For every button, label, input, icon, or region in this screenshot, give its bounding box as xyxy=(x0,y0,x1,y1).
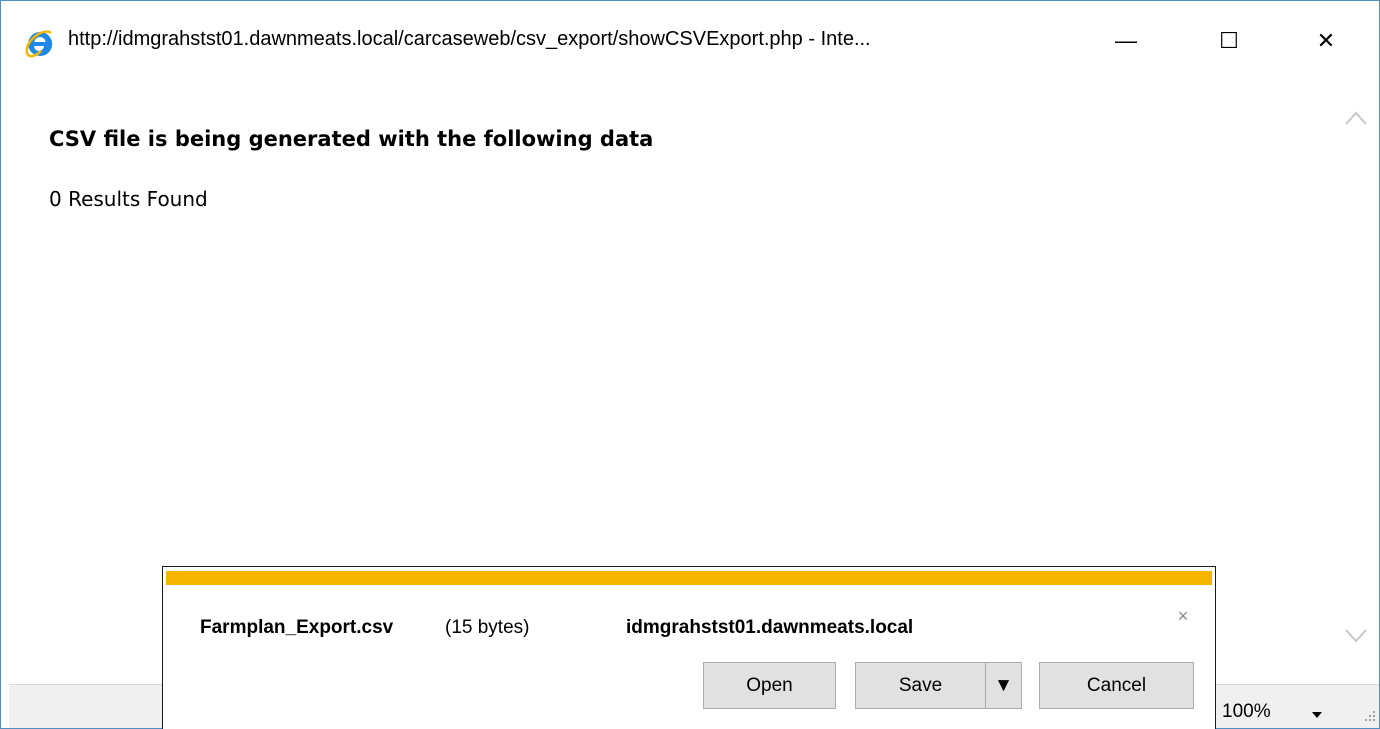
download-host: idmgrahstst01.dawnmeats.local xyxy=(626,617,914,638)
cancel-button[interactable]: Cancel xyxy=(1039,662,1194,709)
download-file-size: (15 bytes) xyxy=(445,617,530,638)
title-bar[interactable]: http://idmgrahstst01.dawnmeats.local/car… xyxy=(1,1,1379,79)
page-heading: CSV file is being generated with the fol… xyxy=(49,127,654,151)
zoom-level[interactable]: 100% xyxy=(1222,701,1271,723)
download-file-name: Farmplan_Export.csv xyxy=(200,617,394,638)
notification-accent-strip xyxy=(166,571,1212,585)
scroll-up-icon[interactable] xyxy=(1344,109,1368,127)
minimize-button[interactable]: — xyxy=(1086,19,1166,63)
open-button[interactable]: Open xyxy=(703,662,836,709)
resize-grip-icon[interactable] xyxy=(1361,707,1377,723)
save-options-button[interactable]: ▼ xyxy=(985,662,1022,709)
close-window-button[interactable]: ✕ xyxy=(1286,19,1366,63)
scroll-down-icon[interactable] xyxy=(1344,627,1368,645)
internet-explorer-icon xyxy=(25,30,53,58)
results-count: 0 Results Found xyxy=(49,187,208,211)
window-title: http://idmgrahstst01.dawnmeats.local/car… xyxy=(68,28,871,50)
maximize-button[interactable]: ☐ xyxy=(1189,19,1269,63)
close-icon[interactable]: × xyxy=(1172,605,1194,627)
download-notification-bar: Farmplan_Export.csv (15 bytes) idmgrahst… xyxy=(162,566,1216,729)
save-button[interactable]: Save xyxy=(855,662,986,709)
chevron-down-icon[interactable] xyxy=(1312,712,1322,718)
vertical-scrollbar[interactable] xyxy=(1334,79,1379,684)
